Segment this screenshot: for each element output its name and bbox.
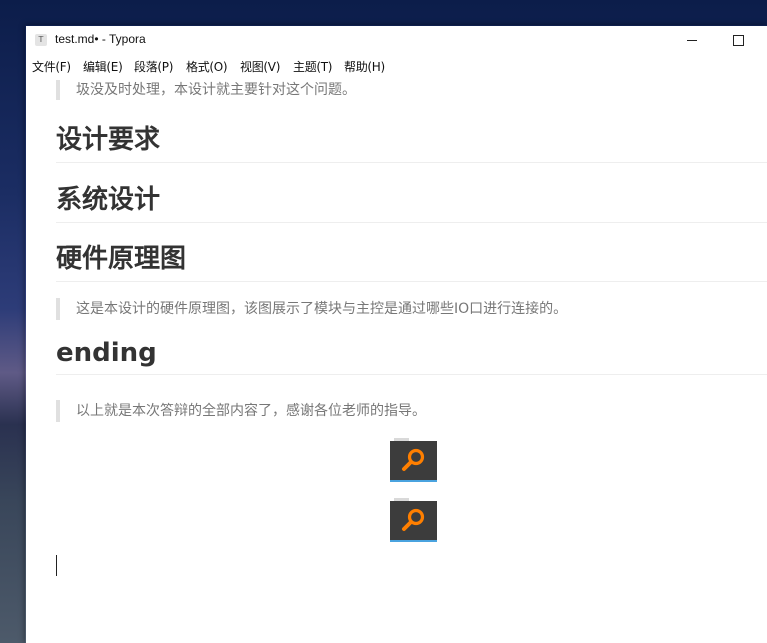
heading-system-design: 系统设计 [56, 179, 767, 223]
menu-paragraph[interactable]: 段落(P) [134, 58, 173, 75]
editor-content[interactable]: 圾没及时处理，本设计就主要针对这个问题。 设计要求 系统设计 硬件原理图 这是本… [26, 75, 767, 643]
blockquote-text: 这是本设计的硬件原理图，该图展示了模块与主控是通过哪些IO口进行连接的。 [76, 301, 568, 317]
search-magnifier-icon [402, 508, 425, 531]
menu-edit[interactable]: 编辑(E) [83, 58, 123, 75]
blockquote-text: 以上就是本次答辩的全部内容了，感谢各位老师的指导。 [76, 403, 426, 419]
blockquote-intro: 圾没及时处理，本设计就主要针对这个问题。 [56, 80, 767, 100]
menu-theme[interactable]: 主题(T) [293, 58, 333, 75]
image-tab [394, 498, 409, 501]
title-bar[interactable]: T test.md• - Typora [26, 26, 767, 54]
image-tab [394, 438, 409, 441]
menu-help[interactable]: 帮助(H) [344, 58, 385, 75]
window-title: test.md• - Typora [55, 32, 146, 46]
minimize-icon [687, 39, 697, 41]
maximize-icon [732, 34, 744, 46]
heading-ending: ending [56, 338, 767, 375]
text-cursor [56, 555, 57, 576]
image-placeholder[interactable] [390, 498, 437, 542]
heading-hardware-schematic: 硬件原理图 [56, 238, 767, 282]
menu-bar: 文件(F) 编辑(E) 段落(P) 格式(O) 视图(V) 主题(T) 帮助(H… [26, 55, 767, 75]
image-placeholder[interactable] [390, 438, 437, 482]
blockquote-closing: 以上就是本次答辩的全部内容了，感谢各位老师的指导。 [56, 400, 767, 422]
menu-format[interactable]: 格式(O) [186, 58, 228, 75]
blockquote-hardware: 这是本设计的硬件原理图，该图展示了模块与主控是通过哪些IO口进行连接的。 [56, 298, 767, 320]
maximize-button[interactable] [715, 26, 761, 54]
menu-view[interactable]: 视图(V) [240, 58, 280, 75]
menu-file[interactable]: 文件(F) [32, 58, 71, 75]
blockquote-text: 圾没及时处理，本设计就主要针对这个问题。 [76, 82, 356, 98]
search-magnifier-icon [402, 448, 425, 471]
heading-design-requirements: 设计要求 [56, 119, 767, 163]
typora-window: T test.md• - Typora 文件(F) 编辑(E) 段落(P) 格式… [26, 26, 767, 643]
minimize-button[interactable] [669, 26, 715, 54]
app-icon: T [35, 34, 47, 46]
